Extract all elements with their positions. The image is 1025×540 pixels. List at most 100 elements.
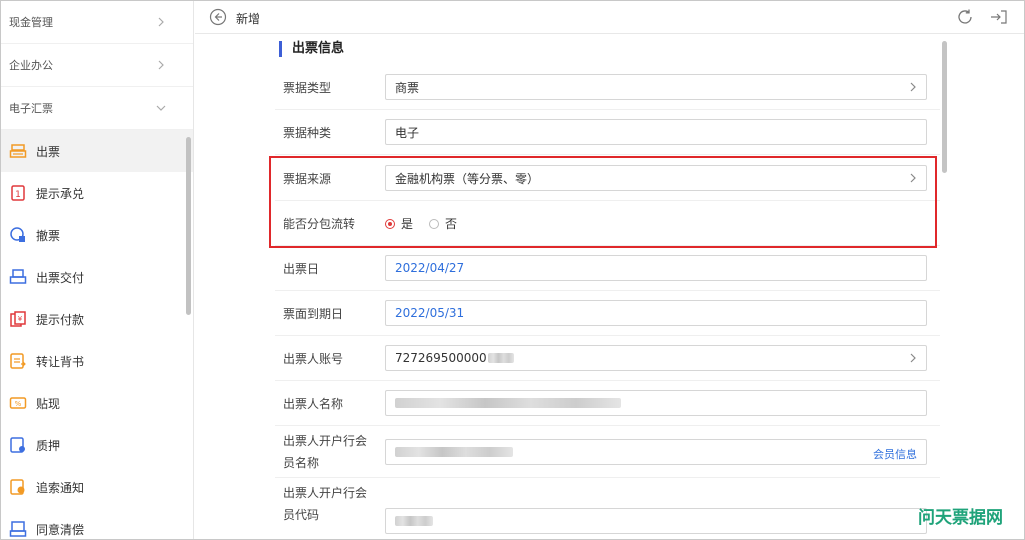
content-scrollbar[interactable]: [942, 41, 947, 173]
sidebar-item-label: 提示承兑: [36, 186, 85, 201]
sidebar-item-label: 追索通知: [36, 480, 85, 495]
svg-text:%: %: [15, 400, 22, 408]
field-label: 票据来源: [283, 172, 332, 186]
discount-icon: %: [9, 397, 27, 409]
endorsement-icon: [10, 353, 26, 369]
field-label: 出票人开户行会 员名称: [283, 430, 383, 470]
chevron-down-icon: [156, 105, 166, 111]
radio-unchecked-icon: [429, 218, 440, 229]
field-label-line: 出票人开户行会: [283, 486, 368, 500]
payment-prompt-icon: ¥: [10, 311, 26, 327]
sidebar-scrollbar[interactable]: [186, 137, 191, 315]
issue-date-field[interactable]: 2022/04/27: [385, 255, 927, 281]
chevron-right-icon: [910, 82, 916, 92]
redacted-text: [395, 516, 433, 526]
watermark: 问天票据网: [918, 508, 1003, 528]
radio-yes[interactable]: 是: [385, 215, 413, 232]
page-header: 新增: [195, 1, 1024, 34]
sidebar-item-label: 出票: [36, 144, 61, 159]
radio-checked-icon: [385, 218, 395, 229]
sidebar-item-payment-prompt[interactable]: ¥ 提示付款: [1, 298, 193, 340]
sidebar-item-label: 撤票: [36, 228, 61, 243]
revoke-bill-icon: [10, 227, 25, 242]
form-content: 出票信息 票据类型 商票 票据种类 电子 票据来源 金融机构票（等分票、零） 能…: [195, 35, 1024, 539]
sidebar-item-acceptance-prompt[interactable]: 1 提示承兑: [1, 172, 193, 214]
pledge-icon: [10, 437, 25, 453]
chevron-right-icon: [910, 353, 916, 363]
acceptance-prompt-icon: 1: [11, 185, 25, 201]
chevron-right-icon: [910, 173, 916, 183]
menu-group-enterprise-office[interactable]: 企业办公: [1, 44, 193, 87]
split-transfer-radio-group: 是 否: [385, 201, 473, 246]
row-drawer-name: 出票人名称: [275, 381, 940, 426]
drawer-bank-member-code-field[interactable]: [385, 508, 927, 534]
member-info-link[interactable]: 会员信息: [873, 446, 917, 462]
due-date-value: 2022/05/31: [395, 306, 465, 320]
bill-kind-field[interactable]: 电子: [385, 119, 927, 145]
sidebar-item-label: 质押: [36, 438, 61, 453]
section-title: 出票信息: [279, 41, 344, 57]
sidebar-item-recourse-notice[interactable]: 追索通知: [1, 466, 193, 508]
drawer-name-field[interactable]: [385, 390, 927, 416]
exit-icon[interactable]: [989, 8, 1009, 26]
redacted-text: [395, 447, 513, 457]
issue-date-value: 2022/04/27: [395, 261, 465, 275]
menu-group-label: 企业办公: [9, 59, 53, 72]
sidebar: 现金管理 企业办公 电子汇票 出票 1 提示承兑 撤票 出票交付 ¥ 提示付款 …: [1, 1, 194, 539]
field-label: 出票人开户行会 员代码: [283, 482, 383, 522]
svg-text:1: 1: [15, 190, 21, 200]
sidebar-item-discount[interactable]: % 贴现: [1, 382, 193, 424]
row-drawer-bank-member-name: 出票人开户行会 员名称 会员信息: [275, 426, 940, 478]
bill-type-value: 商票: [395, 80, 420, 95]
field-label-line: 员代码: [283, 508, 320, 522]
app-window: 现金管理 企业办公 电子汇票 出票 1 提示承兑 撤票 出票交付 ¥ 提示付款 …: [0, 0, 1025, 540]
field-label: 票面到期日: [283, 307, 344, 321]
menu-group-label: 现金管理: [9, 16, 53, 29]
drawer-bank-member-name-field[interactable]: 会员信息: [385, 439, 927, 465]
page-title: 新增: [236, 12, 261, 26]
svg-text:¥: ¥: [18, 315, 23, 323]
radio-label: 是: [401, 217, 414, 231]
sidebar-item-pledge[interactable]: 质押: [1, 424, 193, 466]
field-label: 出票人账号: [283, 352, 344, 366]
drawer-account-value: 727269500000: [395, 351, 487, 365]
field-label: 出票人名称: [283, 397, 344, 411]
sidebar-item-label: 同意清偿: [36, 522, 85, 537]
row-drawer-account: 出票人账号 727269500000: [275, 336, 940, 381]
bill-source-select[interactable]: 金融机构票（等分票、零）: [385, 165, 927, 191]
menu-group-electronic-bill[interactable]: 电子汇票: [1, 87, 193, 130]
row-drawer-bank-member-code: 出票人开户行会 员代码: [275, 478, 940, 539]
field-label: 出票日: [283, 262, 320, 276]
row-issue-date: 出票日 2022/04/27: [275, 246, 940, 291]
agree-settlement-icon: [9, 521, 27, 537]
bill-delivery-icon: [9, 269, 27, 284]
sidebar-item-label: 转让背书: [36, 354, 85, 369]
bill-source-value: 金融机构票（等分票、零）: [395, 171, 540, 186]
sidebar-item-endorsement[interactable]: 转让背书: [1, 340, 193, 382]
row-due-date: 票面到期日 2022/05/31: [275, 291, 940, 336]
due-date-field[interactable]: 2022/05/31: [385, 300, 927, 326]
sidebar-item-label: 出票交付: [36, 270, 85, 285]
redacted-text: [395, 398, 621, 408]
bill-type-select[interactable]: 商票: [385, 74, 927, 100]
field-label: 票据种类: [283, 126, 332, 140]
refresh-icon[interactable]: [956, 8, 974, 26]
sidebar-item-agree-settlement[interactable]: 同意清偿: [1, 508, 193, 539]
sidebar-item-label: 提示付款: [36, 312, 85, 327]
sidebar-item-bill-delivery[interactable]: 出票交付: [1, 256, 193, 298]
sidebar-item-issue-bill[interactable]: 出票: [1, 130, 193, 172]
drawer-account-select[interactable]: 727269500000: [385, 345, 927, 371]
row-bill-kind: 票据种类 电子: [275, 110, 940, 155]
chevron-right-icon: [158, 60, 164, 70]
back-arrow-icon[interactable]: [209, 8, 227, 26]
row-split-transfer: 能否分包流转 是 否: [275, 201, 940, 246]
issue-bill-icon: [9, 144, 27, 158]
menu-group-cash-management[interactable]: 现金管理: [1, 1, 193, 44]
field-label: 票据类型: [283, 81, 332, 95]
bill-kind-value: 电子: [395, 125, 420, 140]
field-label-line: 出票人开户行会: [283, 434, 368, 448]
sidebar-item-revoke-bill[interactable]: 撤票: [1, 214, 193, 256]
menu-group-label: 电子汇票: [9, 102, 53, 115]
radio-label: 否: [445, 217, 458, 231]
radio-no[interactable]: 否: [429, 215, 457, 232]
